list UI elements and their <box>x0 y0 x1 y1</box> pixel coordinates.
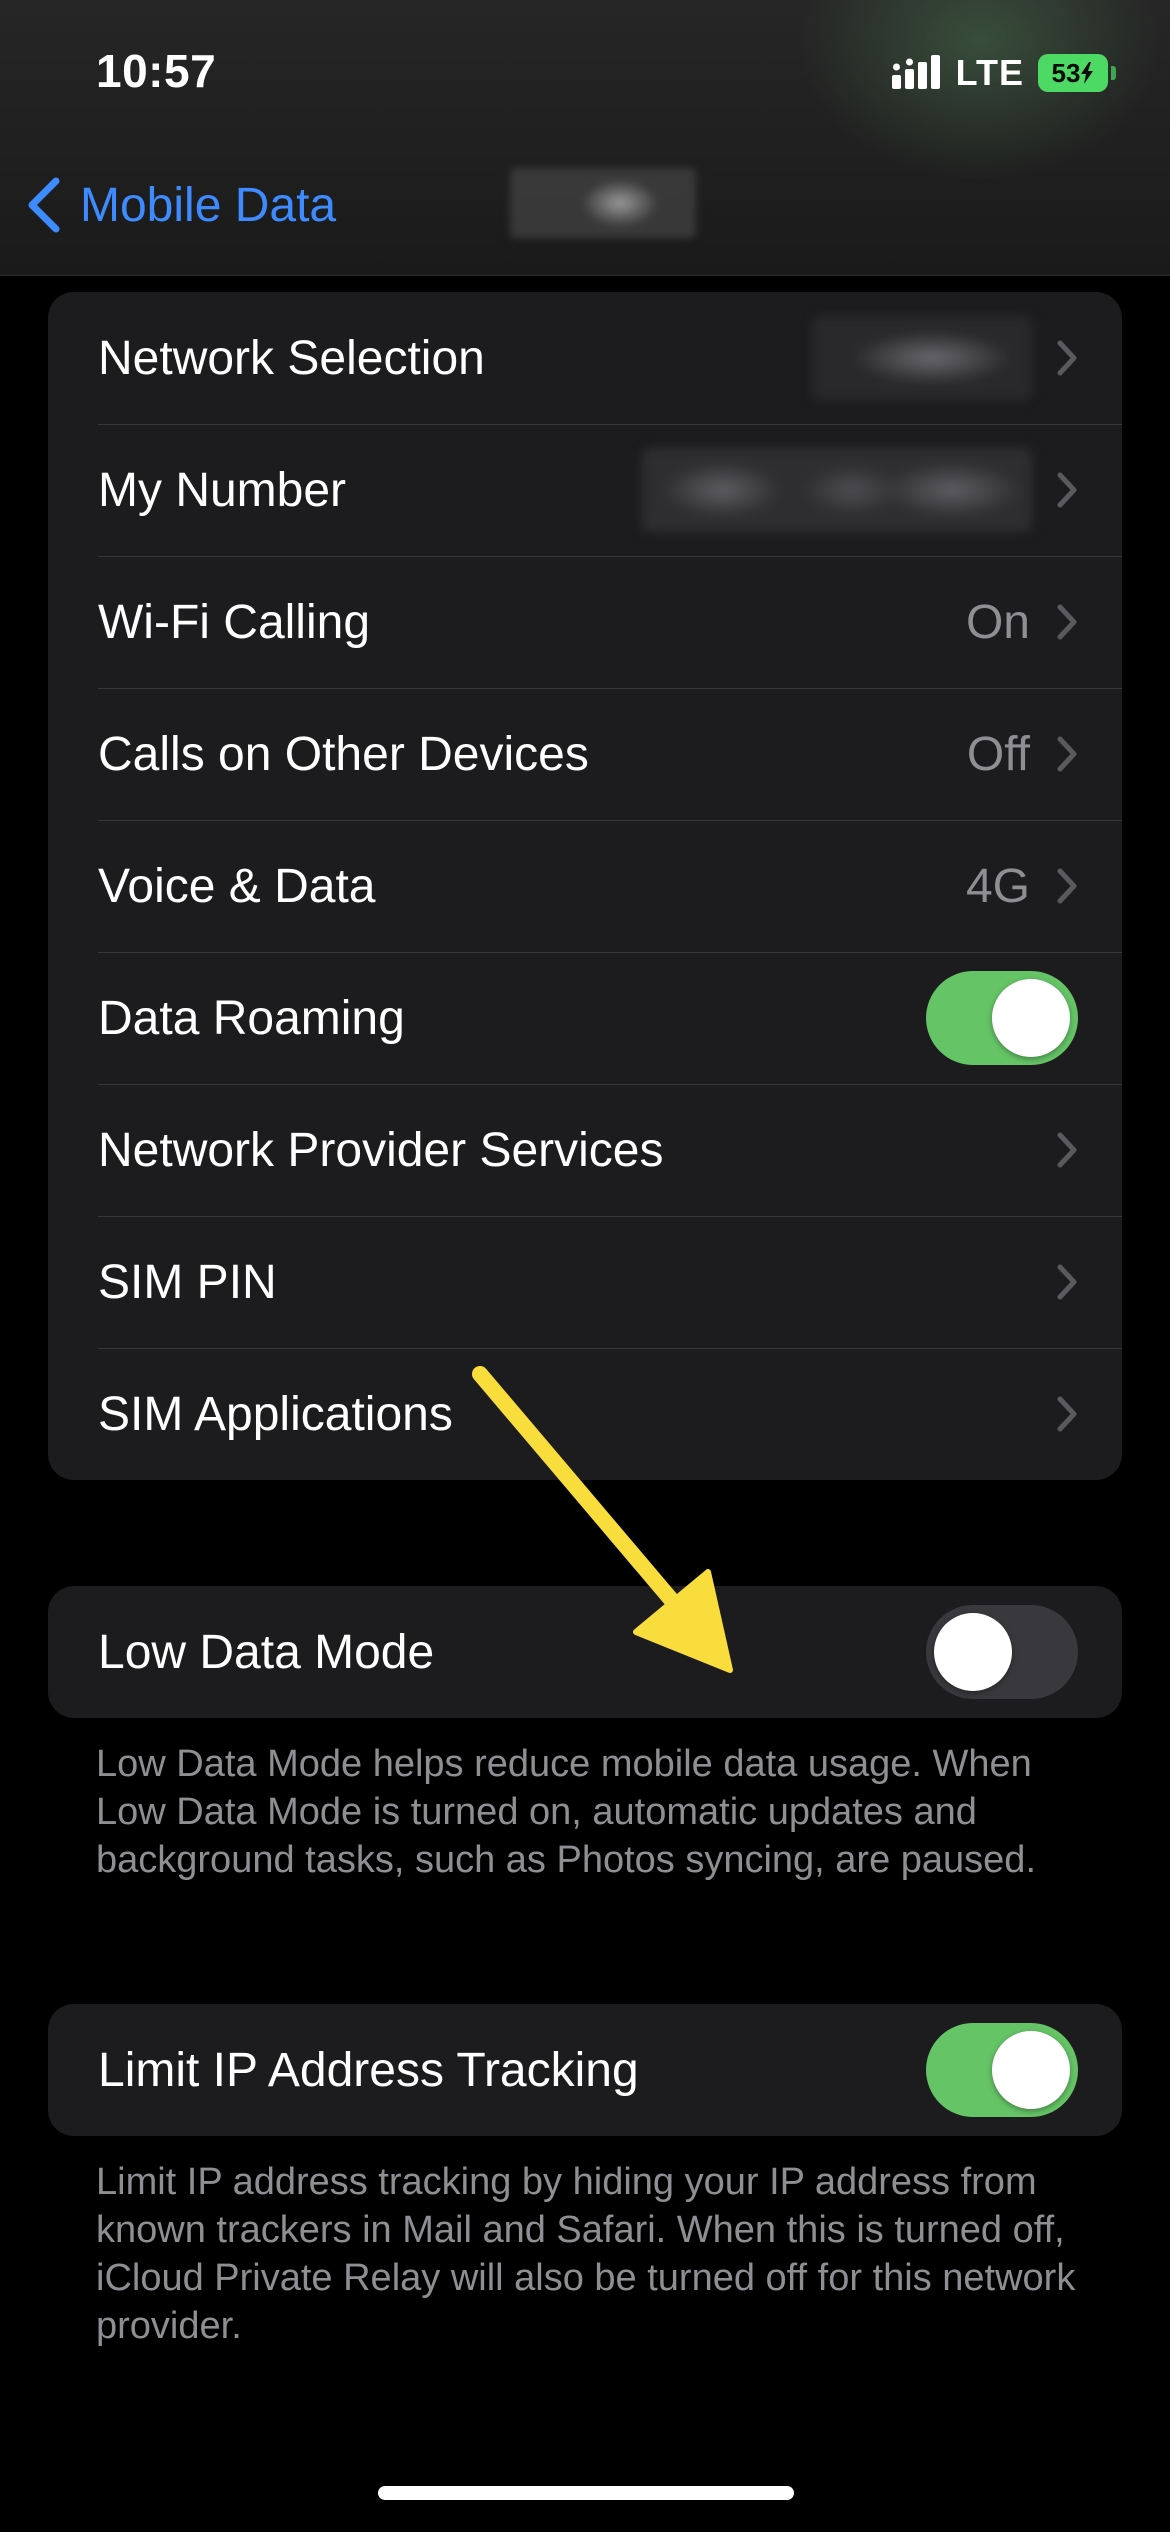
home-indicator[interactable] <box>378 2486 794 2500</box>
chevron-right-icon <box>1057 604 1077 640</box>
carrier-settings-group: Network Selection My Number Wi-Fi Callin… <box>48 292 1122 1480</box>
limit-ip-tracking-toggle[interactable] <box>926 2023 1078 2117</box>
toggle-knob <box>934 1613 1012 1691</box>
row-calls-on-other-devices[interactable]: Calls on Other Devices Off <box>48 688 1122 820</box>
redacted-page-title <box>510 168 696 238</box>
row-value: 4G <box>965 859 1030 913</box>
redacted-value <box>812 316 1032 400</box>
row-wifi-calling[interactable]: Wi-Fi Calling On <box>48 556 1122 688</box>
chevron-right-icon <box>1057 1132 1077 1168</box>
chevron-right-icon <box>1057 1264 1077 1300</box>
row-label: SIM PIN <box>98 1255 277 1309</box>
row-sim-applications[interactable]: SIM Applications <box>48 1348 1122 1480</box>
chevron-right-icon <box>1057 340 1077 376</box>
network-type: LTE <box>955 52 1024 93</box>
low-data-mode-group: Low Data Mode <box>48 1586 1122 1718</box>
low-data-mode-toggle[interactable] <box>926 1605 1078 1699</box>
bolt-icon <box>1081 62 1094 84</box>
row-label: Data Roaming <box>98 991 405 1045</box>
row-network-provider-services[interactable]: Network Provider Services <box>48 1084 1122 1216</box>
row-label: Calls on Other Devices <box>98 727 589 781</box>
back-button[interactable]: Mobile Data <box>24 170 336 240</box>
row-label: My Number <box>98 463 347 517</box>
battery-cap <box>1111 66 1116 80</box>
row-limit-ip-tracking: Limit IP Address Tracking <box>48 2004 1122 2136</box>
row-label: SIM Applications <box>98 1387 453 1441</box>
low-data-mode-footnote: Low Data Mode helps reduce mobile data u… <box>96 1743 1036 1881</box>
toggle-knob <box>992 2031 1070 2109</box>
redacted-value <box>642 448 1032 532</box>
row-sim-pin[interactable]: SIM PIN <box>48 1216 1122 1348</box>
row-low-data-mode: Low Data Mode <box>48 1586 1122 1718</box>
chevron-right-icon <box>1057 736 1077 772</box>
settings-screen: 10:57 LTE 53 Mobile Data Network Selecti… <box>0 0 1170 2532</box>
toggle-knob <box>992 979 1070 1057</box>
chevron-right-icon <box>1057 868 1077 904</box>
data-roaming-toggle[interactable] <box>926 971 1078 1065</box>
row-label: Network Selection <box>98 331 485 385</box>
row-network-selection[interactable]: Network Selection <box>48 292 1122 424</box>
row-data-roaming: Data Roaming <box>48 952 1122 1084</box>
back-label: Mobile Data <box>80 178 337 232</box>
status-time: 10:57 <box>96 45 217 97</box>
status-indicators: LTE 53 <box>891 52 1116 94</box>
row-label: Limit IP Address Tracking <box>98 2043 639 2097</box>
row-label: Wi-Fi Calling <box>98 595 371 649</box>
row-voice-and-data[interactable]: Voice & Data 4G <box>48 820 1122 952</box>
row-label: Low Data Mode <box>98 1625 435 1679</box>
row-label: Network Provider Services <box>98 1123 664 1177</box>
limit-ip-tracking-group: Limit IP Address Tracking <box>48 2004 1122 2136</box>
chevron-right-icon <box>1057 472 1077 508</box>
chevron-left-icon <box>28 177 60 233</box>
row-my-number[interactable]: My Number <box>48 424 1122 556</box>
battery-level: 53 <box>1038 54 1108 92</box>
battery-charging-icon: 53 <box>1038 54 1116 92</box>
signal-bars-icon <box>891 55 940 89</box>
row-label: Voice & Data <box>98 859 376 913</box>
chevron-right-icon <box>1057 1396 1077 1432</box>
limit-ip-tracking-footnote: Limit IP address tracking by hiding your… <box>96 2161 1076 2347</box>
row-value: On <box>965 595 1030 649</box>
row-value: Off <box>966 727 1030 781</box>
